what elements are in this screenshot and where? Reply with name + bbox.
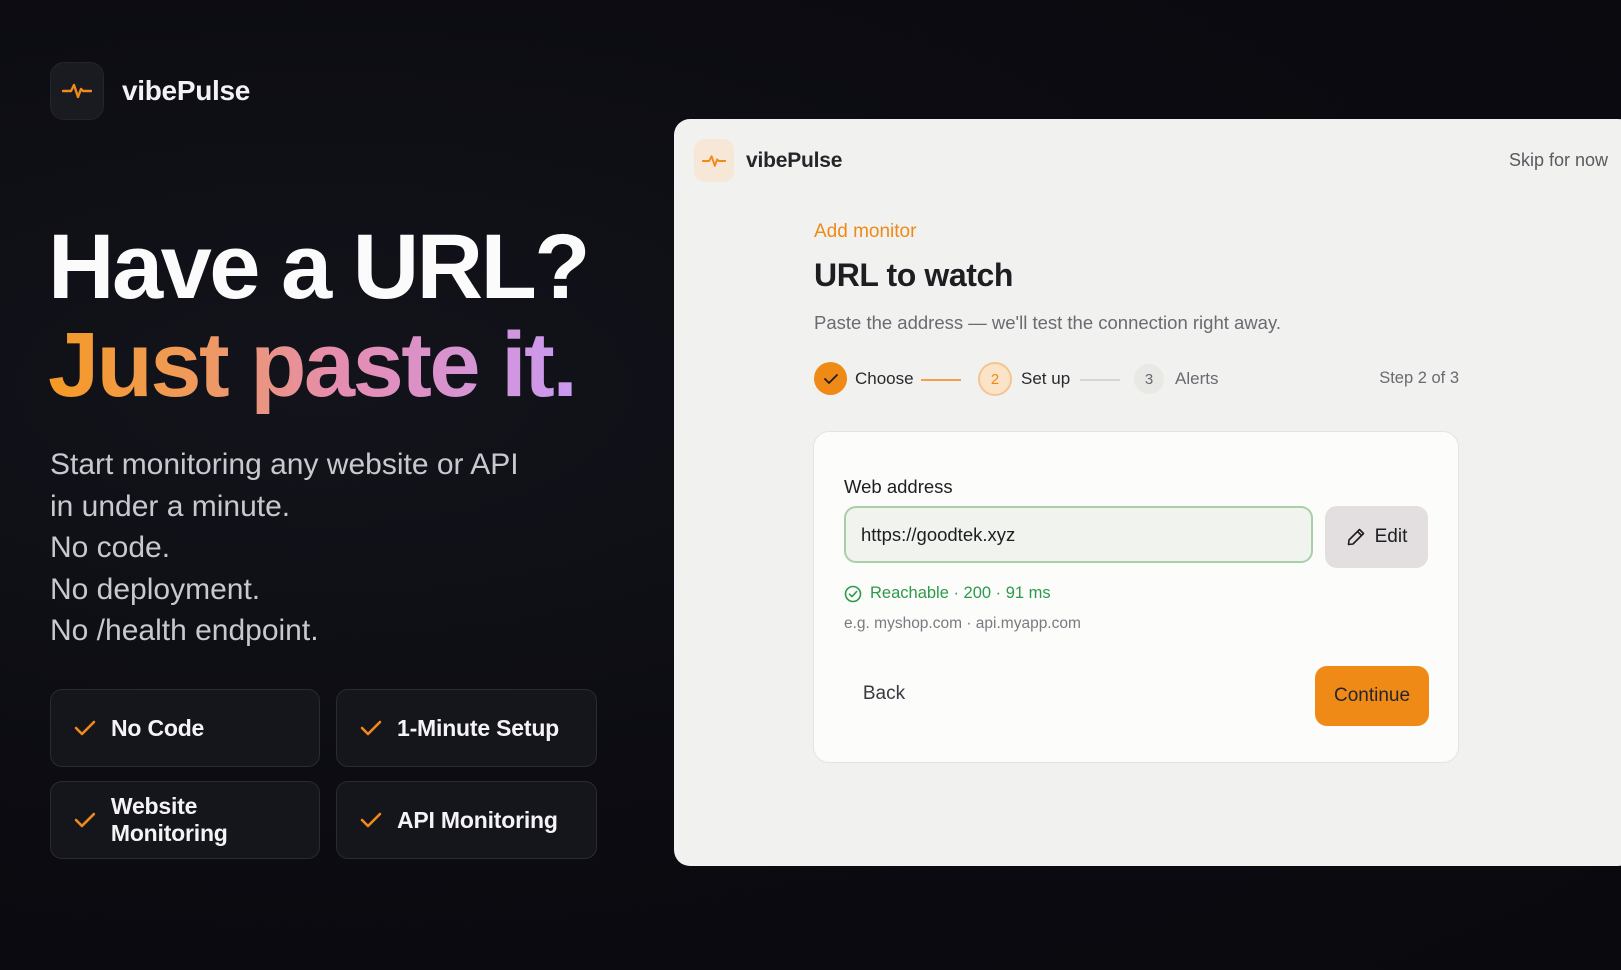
subcopy-line: in under a minute. — [50, 489, 291, 523]
step-label-alerts: Alerts — [1175, 369, 1219, 388]
reachable-status-text: Reachable · 200 · 91 ms — [870, 584, 1051, 602]
check-icon — [360, 720, 382, 736]
edit-button[interactable]: Edit — [1325, 506, 1428, 568]
eyebrow-label: Add monitor — [814, 221, 917, 242]
pulse-logo-icon — [50, 62, 104, 120]
panel-brand-name: vibePulse — [746, 148, 843, 172]
hero-subcopy: Start monitoring any website or API in u… — [50, 444, 519, 652]
subcopy-line: No deployment. — [50, 572, 261, 606]
step-label-setup: Set up — [1021, 369, 1071, 388]
step-current-indicator: 2 — [978, 362, 1012, 396]
step-label-choose: Choose — [855, 369, 914, 388]
url-hint: e.g. myshop.com · api.myapp.com — [844, 615, 1081, 632]
continue-button[interactable]: Continue — [1315, 666, 1429, 726]
reachable-status: Reachable · 200 · 91 ms — [844, 584, 1051, 603]
skip-link[interactable]: Skip for now — [1509, 150, 1608, 171]
feature-label: 1-Minute Setup — [397, 714, 560, 741]
panel-brand: vibePulse — [694, 139, 842, 182]
check-icon — [823, 373, 838, 384]
step-count: Step 2 of 3 — [1379, 369, 1459, 387]
check-icon — [74, 812, 96, 828]
headline-line-2: Just paste it. — [48, 314, 578, 416]
feature-label: API Monitoring — [397, 806, 558, 833]
feature-label: Website Monitoring — [110, 793, 228, 846]
feature-card: 1-Minute Setup — [336, 689, 597, 767]
stepper: Choose 2 Set up 3 Alerts Step 2 of 3 — [814, 362, 1459, 398]
feature-card: Website Monitoring — [50, 781, 320, 859]
pencil-icon — [1347, 528, 1364, 546]
edit-button-label: Edit — [1374, 526, 1408, 547]
url-form-card: Web address Edit Reachable · 200 · 91 ms… — [813, 431, 1459, 763]
pulse-logo-icon — [694, 139, 734, 182]
page-description: Paste the address — we'll test the conne… — [814, 312, 1281, 333]
url-input[interactable] — [844, 506, 1313, 563]
back-button[interactable]: Back — [844, 668, 924, 720]
web-address-label: Web address — [844, 476, 953, 497]
feature-card: No Code — [50, 689, 320, 767]
subcopy-line: No code. — [50, 531, 171, 564]
brand-name: vibePulse — [122, 75, 251, 106]
hero-headline: Have a URL? Just paste it. — [48, 216, 591, 416]
subcopy-line: Start monitoring any website or API — [50, 448, 519, 481]
feature-label: No Code — [111, 714, 205, 741]
page-title: URL to watch — [814, 257, 1014, 293]
headline-line-1: Have a URL? — [48, 216, 591, 318]
check-icon — [74, 720, 96, 736]
check-circle-icon — [844, 585, 862, 602]
step-complete-indicator — [814, 362, 847, 395]
feature-card: API Monitoring — [336, 781, 597, 859]
subcopy-line: No /health endpoint. — [50, 614, 319, 647]
check-icon — [360, 812, 382, 828]
step-connector — [1080, 379, 1120, 381]
step-connector — [921, 379, 961, 381]
step-upcoming-indicator: 3 — [1134, 364, 1164, 394]
feature-grid: No Code 1-Minute Setup Website Monitorin… — [50, 689, 597, 859]
brand: vibePulse — [50, 62, 250, 120]
onboarding-panel: vibePulse Skip for now Add monitor URL t… — [674, 119, 1621, 866]
